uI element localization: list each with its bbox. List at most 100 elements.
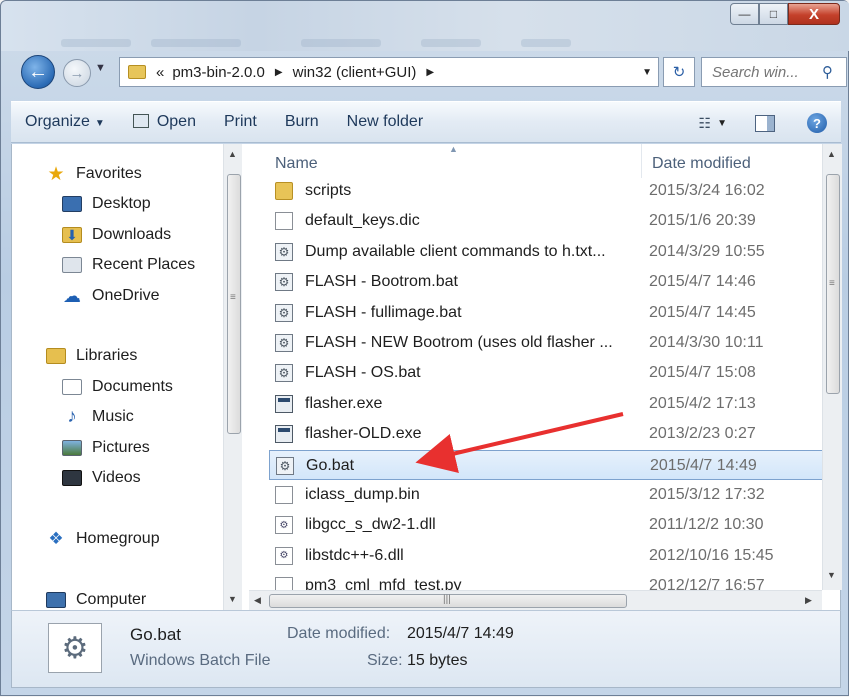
batch-file-icon: ⚙ xyxy=(275,242,293,261)
nav-computer[interactable]: Computer xyxy=(46,587,146,610)
nav-pictures[interactable]: Pictures xyxy=(62,435,150,461)
help-icon[interactable]: ? xyxy=(807,113,827,133)
scroll-up-icon[interactable]: ▲ xyxy=(827,149,836,159)
breadcrumb-overflow[interactable]: « xyxy=(152,64,168,81)
print-button[interactable]: Print xyxy=(210,113,271,131)
file-date-modified: 2014/3/30 10:11 xyxy=(649,334,764,351)
details-file-type: Windows Batch File xyxy=(130,652,271,669)
folder-icon xyxy=(275,182,293,200)
refresh-button[interactable]: ↻ xyxy=(663,57,695,87)
address-dropdown-icon[interactable]: ▼ xyxy=(642,67,652,78)
batch-file-icon: ⚙ xyxy=(275,273,293,292)
nav-desktop[interactable]: Desktop xyxy=(62,191,151,217)
details-date-label: Date modified: xyxy=(287,625,391,642)
file-row[interactable]: ⚙ FLASH - fullimage.bat 2015/4/7 14:45 xyxy=(269,298,824,328)
file-name: FLASH - Bootrom.bat xyxy=(305,273,458,291)
column-header-name[interactable]: Name xyxy=(275,150,318,178)
cloud-icon: ☁ xyxy=(63,285,81,306)
scroll-right-icon[interactable]: ▶ xyxy=(805,595,812,606)
file-row[interactable]: ⚙ FLASH - NEW Bootrom (uses old flasher .… xyxy=(269,328,824,358)
burn-button[interactable]: Burn xyxy=(271,113,333,131)
close-button[interactable]: X xyxy=(788,3,840,25)
nav-label: Videos xyxy=(92,469,141,486)
exe-icon xyxy=(275,394,293,413)
nav-recent-places[interactable]: Recent Places xyxy=(62,252,195,278)
new-folder-button[interactable]: New folder xyxy=(333,113,437,131)
scroll-down-icon[interactable]: ▼ xyxy=(827,570,836,580)
scrollbar-thumb[interactable] xyxy=(227,174,241,434)
nav-downloads[interactable]: ⬇ Downloads xyxy=(62,222,171,248)
grip-icon: ≡ xyxy=(230,292,236,303)
file-date-modified: 2011/12/2 10:30 xyxy=(649,516,764,534)
scroll-left-icon[interactable]: ◀ xyxy=(254,595,261,606)
search-icon[interactable]: ⚲ xyxy=(822,63,833,81)
horizontal-scrollbar[interactable]: ◀ ||| ▶ xyxy=(249,590,822,610)
main-content: ★ Favorites Desktop ⬇ Downloads Recent P… xyxy=(11,144,842,610)
file-row[interactable]: flasher.exe 2015/4/2 17:13 xyxy=(269,389,824,419)
file-row[interactable]: ⚙ libgcc_s_dw2-1.dll 2011/12/2 10:30 xyxy=(269,510,824,540)
file-date-modified: 2015/4/7 15:08 xyxy=(649,364,756,382)
nav-label: Homegroup xyxy=(76,530,160,547)
pictures-icon xyxy=(62,440,82,456)
nav-label: Downloads xyxy=(92,226,172,243)
chevron-right-icon[interactable]: ▶ xyxy=(269,67,289,78)
title-bar: — □ X xyxy=(1,1,849,51)
file-list-scrollbar[interactable]: ▲ ≡ ▼ xyxy=(822,144,842,590)
file-date-modified: 2015/4/7 14:49 xyxy=(650,456,757,474)
batch-file-icon: ⚙ xyxy=(275,364,293,383)
file-row[interactable]: flasher-OLD.exe 2013/2/23 0:27 xyxy=(269,419,824,449)
scroll-up-icon[interactable]: ▲ xyxy=(228,149,237,159)
nav-pane-scrollbar[interactable]: ▲ ≡ ▼ xyxy=(223,144,242,610)
search-input[interactable] xyxy=(710,62,820,82)
column-header-date-modified[interactable]: Date modified xyxy=(652,150,751,178)
change-view-icon[interactable]: ☷ xyxy=(699,115,712,132)
nav-music[interactable]: ♪ Music xyxy=(62,404,134,430)
search-box[interactable]: ⚲ xyxy=(701,57,847,87)
forward-button[interactable]: → xyxy=(63,59,91,87)
open-button[interactable]: Open xyxy=(119,113,210,131)
file-row[interactable]: default_keys.dic 2015/1/6 20:39 xyxy=(269,206,824,236)
nav-label: Favorites xyxy=(76,165,142,182)
file-name: flasher.exe xyxy=(305,394,383,412)
file-name: Go.bat xyxy=(306,456,355,474)
maximize-button[interactable]: □ xyxy=(759,3,788,25)
file-row[interactable]: ⚙ FLASH - Bootrom.bat 2015/4/7 14:46 xyxy=(269,267,824,297)
refresh-icon: ↻ xyxy=(672,64,686,81)
background-blur xyxy=(61,39,131,47)
file-row[interactable]: scripts 2015/3/24 16:02 xyxy=(269,176,824,206)
chevron-right-icon[interactable]: ▶ xyxy=(420,67,440,78)
views-dropdown-icon[interactable]: ▼ xyxy=(717,118,727,129)
column-divider[interactable] xyxy=(641,144,642,178)
scroll-down-icon[interactable]: ▼ xyxy=(228,594,237,604)
file-row[interactable]: ⚙ libstdc++-6.dll 2012/10/16 15:45 xyxy=(269,541,824,571)
back-button[interactable]: ← xyxy=(21,55,55,89)
address-bar[interactable]: « pm3-bin-2.0.0 ▶ win32 (client+GUI) ▶ ▼ xyxy=(119,57,659,87)
file-row[interactable]: ⚙ Go.bat 2015/4/7 14:49 xyxy=(269,449,824,480)
nav-documents[interactable]: Documents xyxy=(62,374,173,400)
nav-videos[interactable]: Videos xyxy=(62,465,141,491)
downloads-folder-icon: ⬇ xyxy=(62,227,82,243)
open-label: Open xyxy=(156,113,196,130)
homegroup-icon: ❖ xyxy=(48,529,64,548)
breadcrumb-item[interactable]: pm3-bin-2.0.0 xyxy=(168,64,269,81)
file-row[interactable]: iclass_dump.bin 2015/3/12 17:32 xyxy=(269,480,824,510)
file-date-modified: 2012/10/16 15:45 xyxy=(649,546,774,564)
folder-icon xyxy=(128,65,146,79)
batch-file-icon: ⚙ xyxy=(276,456,294,475)
recent-pages-dropdown-icon[interactable]: ▼ xyxy=(95,62,106,74)
nav-homegroup[interactable]: ❖ Homegroup xyxy=(46,526,160,552)
breadcrumb-item[interactable]: win32 (client+GUI) xyxy=(289,64,421,81)
file-name: libgcc_s_dw2-1.dll xyxy=(305,516,436,534)
preview-pane-icon[interactable] xyxy=(755,114,775,132)
nav-label: Pictures xyxy=(92,439,150,456)
details-pane: ⚙ Go.bat Windows Batch File Date modifie… xyxy=(11,610,841,688)
nav-favorites[interactable]: ★ Favorites xyxy=(46,161,142,187)
nav-onedrive[interactable]: ☁ OneDrive xyxy=(62,283,160,309)
minimize-button[interactable]: — xyxy=(730,3,759,25)
file-row[interactable]: ⚙ Dump available client commands to h.txt… xyxy=(269,237,824,267)
file-date-modified: 2015/4/2 17:13 xyxy=(649,394,756,412)
organize-button[interactable]: Organize ▼ xyxy=(11,113,119,131)
nav-libraries[interactable]: Libraries xyxy=(46,343,137,369)
file-date-modified: 2015/4/7 14:46 xyxy=(649,273,756,291)
file-row[interactable]: ⚙ FLASH - OS.bat 2015/4/7 15:08 xyxy=(269,358,824,388)
